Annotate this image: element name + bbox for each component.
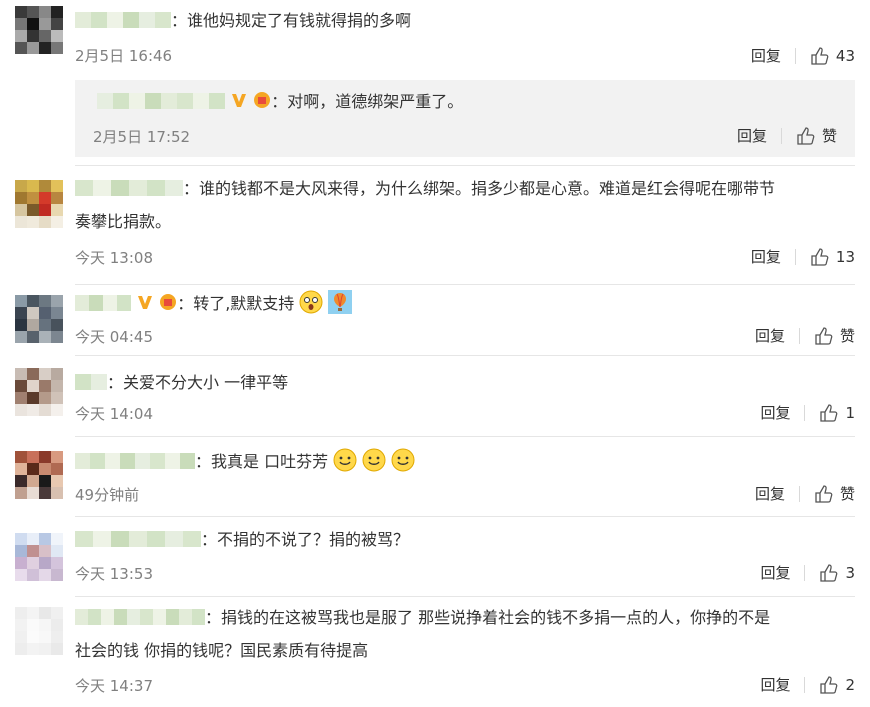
comment-text: ：谁他妈规定了有钱就得捐的多啊 [171,11,412,30]
comment-text-continued: 奏攀比捐款。 [75,212,172,231]
username[interactable] [75,180,183,196]
comment-text-continued: 社会的钱 你捐的钱呢？国民素质有待提高 [75,641,369,660]
comment-actions: 回复 13 [751,246,855,267]
comment-time: 今天 14:37 [75,677,153,695]
thumbs-up-icon[interactable] [819,403,839,423]
comment-item: ：谁他妈规定了有钱就得捐的多啊 2月5日 16:46 回复 43 ：对啊，道德绑… [0,0,870,165]
reply-button[interactable]: 回复 [760,674,790,695]
comment-actions: 回复 2 [760,674,855,695]
reply-button[interactable]: 回复 [751,246,781,267]
comment-item: ：捐钱的在这被骂我也是服了 那些说挣着社会的钱不多捐一点的人，你挣的不是 社会的… [0,597,870,707]
thumbs-up-icon[interactable] [810,247,830,267]
reply-actions: 回复 赞 [737,125,837,146]
separator [798,327,800,344]
thumbs-up-icon[interactable] [814,484,834,504]
avatar[interactable] [15,533,63,581]
comment-text-row: ：谁他妈规定了有钱就得捐的多啊 [75,4,855,37]
comment-actions: 回复 43 [751,45,855,66]
reply-button[interactable]: 回复 [755,483,785,504]
reply-text-row: ：对啊，道德绑架严重了。 [97,88,463,116]
comment-time: 今天 14:04 [75,405,153,423]
comment-actions: 回复 3 [760,562,855,583]
comment-time: 今天 13:53 [75,565,153,583]
avatar[interactable] [15,451,63,499]
comment-time: 今天 13:08 [75,249,153,267]
comment-text: ：关爱不分大小 一律平等 [107,373,289,392]
comment-item: ：我真是 口吐芬芳 49分钟前 回复 赞 [0,437,870,517]
reply-button[interactable]: 回复 [737,125,767,146]
smile-emoji-icon [391,448,415,472]
thumbs-up-icon[interactable] [819,563,839,583]
reply-button[interactable]: 回复 [755,325,785,346]
separator [804,404,806,421]
comment-text: ：谁的钱都不是大风来得，为什么绑架。捐多少都是心意。难道是红会得呢在哪带节 [183,179,776,198]
comment-text-row: ：我真是 口吐芬芳 [75,445,855,478]
reply-button[interactable]: 回复 [760,402,790,423]
comment-time: 2月5日 16:46 [75,47,173,65]
vip-v-icon [138,296,153,309]
fan-badge-icon [254,92,271,108]
separator [798,485,800,502]
like-count[interactable]: 13 [836,248,855,266]
like-button[interactable]: 赞 [840,483,855,504]
separator [804,676,806,693]
separator [804,564,806,581]
comment-text: ：转了,默默支持 [177,294,295,313]
comment-actions: 回复 赞 [755,483,855,504]
comment-time: 49分钟前 [75,486,140,504]
comment-actions: 回复 赞 [755,325,855,346]
reply-text: ：对啊，道德绑架严重了。 [271,92,464,111]
like-button[interactable]: 赞 [822,125,837,146]
nested-reply: ：对啊，道德绑架严重了。 2月5日 17:52 回复 赞 [75,80,855,157]
reply-time: 2月5日 17:52 [93,128,191,146]
smile-emoji-icon [362,448,386,472]
avatar[interactable] [15,180,63,228]
username[interactable] [75,374,107,390]
shock-emoji-icon [299,290,323,314]
avatar[interactable] [15,6,63,54]
thumbs-up-icon[interactable] [810,46,830,66]
comment-time: 今天 04:45 [75,328,153,346]
username[interactable] [75,12,171,28]
like-count[interactable]: 1 [845,404,855,422]
comment-text: ：我真是 口吐芬芳 [195,452,329,471]
reply-username[interactable] [97,93,225,109]
separator [794,47,796,64]
comment-text-row: ：关爱不分大小 一律平等 [75,366,855,399]
reply-button[interactable]: 回复 [760,562,790,583]
username[interactable] [75,453,195,469]
avatar[interactable] [15,607,63,655]
username[interactable] [75,531,201,547]
comment-text-row: ：捐钱的在这被骂我也是服了 那些说挣着社会的钱不多捐一点的人，你挣的不是 社会的… [75,601,855,667]
reply-button[interactable]: 回复 [751,45,781,66]
thumbs-up-icon[interactable] [796,126,816,146]
like-count[interactable]: 2 [845,676,855,694]
comment-item: ：转了,默默支持 今天 04:45 回复 赞 [0,285,870,355]
vip-v-icon [232,94,247,107]
avatar[interactable] [15,368,63,416]
thumbs-up-icon[interactable] [814,326,834,346]
fan-badge-icon [160,294,177,310]
like-button[interactable]: 赞 [840,325,855,346]
avatar[interactable] [15,295,63,343]
comment-item: ：关爱不分大小 一律平等 今天 14:04 回复 1 [0,356,870,436]
separator [780,127,782,144]
comment-text-row: ：转了,默默支持 [75,287,855,320]
username[interactable] [75,295,131,311]
like-count[interactable]: 3 [845,564,855,582]
comment-item: ：谁的钱都不是大风来得，为什么绑架。捐多少都是心意。难道是红会得呢在哪带节 奏攀… [0,166,870,284]
smile-emoji-icon [333,448,357,472]
comment-text-row: ：谁的钱都不是大风来得，为什么绑架。捐多少都是心意。难道是红会得呢在哪带节 奏攀… [75,172,855,238]
thumbs-up-icon[interactable] [819,675,839,695]
comment-item: ：不捐的不说了？捐的被骂？ 今天 13:53 回复 3 [0,517,870,597]
comment-text-row: ：不捐的不说了？捐的被骂？ [75,523,855,556]
separator [794,248,796,265]
comment-actions: 回复 1 [760,402,855,423]
comment-text: ：捐钱的在这被骂我也是服了 那些说挣着社会的钱不多捐一点的人，你挣的不是 [205,608,771,627]
like-count[interactable]: 43 [836,47,855,65]
comment-text: ：不捐的不说了？捐的被骂？ [201,530,410,549]
balloon-emoji-icon [328,290,353,314]
username[interactable] [75,609,205,625]
